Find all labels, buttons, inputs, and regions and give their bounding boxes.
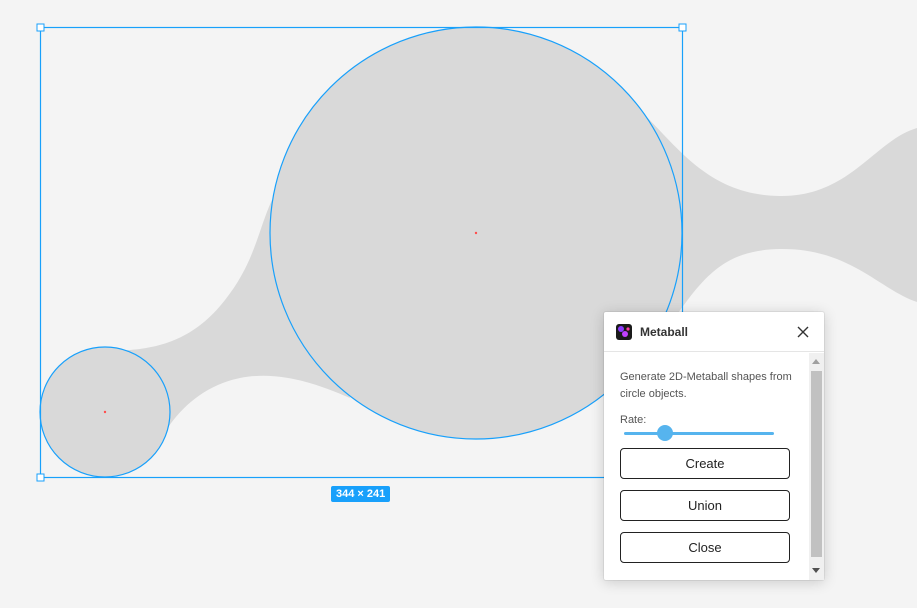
close-icon[interactable] <box>794 323 812 341</box>
metaball-plugin-window: Metaball Generate 2D-Metaball shapes fro… <box>604 312 824 580</box>
large-circle-center-marker <box>474 231 478 235</box>
plugin-body: Generate 2D-Metaball shapes from circle … <box>604 353 808 580</box>
handle-top-left[interactable] <box>36 23 45 32</box>
scrollbar-thumb[interactable] <box>811 371 822 557</box>
handle-bottom-left[interactable] <box>36 473 45 482</box>
plugin-title: Metaball <box>640 325 689 339</box>
rate-slider-track[interactable] <box>624 432 774 435</box>
plugin-scrollbar[interactable] <box>809 353 824 580</box>
scroll-up-arrow-icon[interactable] <box>812 359 820 364</box>
rate-slider-thumb[interactable] <box>656 425 673 441</box>
union-button[interactable]: Union <box>620 490 790 521</box>
rate-label: Rate: <box>620 414 647 426</box>
scroll-down-arrow-icon[interactable] <box>812 568 820 573</box>
metaball-plugin-icon <box>616 324 632 340</box>
close-button[interactable]: Close <box>620 532 790 563</box>
handle-top-right[interactable] <box>678 23 687 32</box>
plugin-description: Generate 2D-Metaball shapes from circle … <box>620 371 792 400</box>
plugin-header: Metaball <box>604 312 824 352</box>
create-button[interactable]: Create <box>620 448 790 479</box>
selection-size-badge: 344 × 241 <box>331 486 391 502</box>
small-circle-center-marker <box>103 410 107 414</box>
